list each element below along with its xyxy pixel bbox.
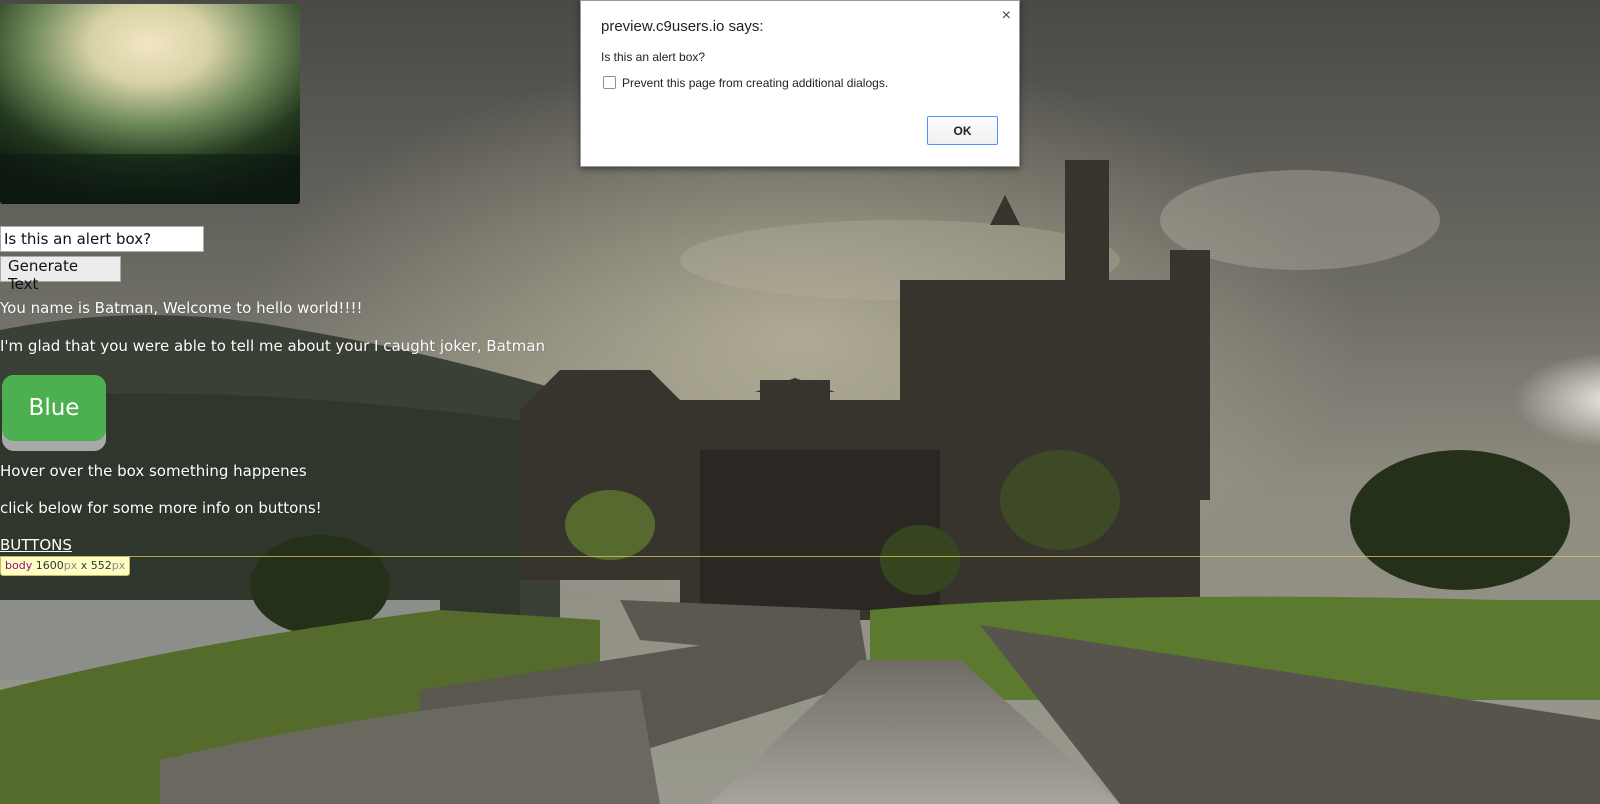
header-image (0, 4, 300, 204)
checkbox-icon[interactable] (603, 76, 616, 89)
tooltip-separator: x (80, 559, 88, 572)
generate-text-button[interactable]: Generate Text (0, 256, 121, 293)
text-input[interactable] (0, 226, 204, 252)
devtools-size-tooltip: body 1600px x 552px (0, 556, 131, 576)
devtools-guide-line (0, 556, 1600, 557)
alert-dialog: preview.c9users.io says: × Is this an al… (580, 0, 1020, 167)
hover-text: Hover over the box something happenes (0, 462, 307, 480)
glad-text: I'm glad that you were able to tell me a… (0, 337, 545, 355)
blue-button[interactable]: Blue (2, 375, 106, 441)
tooltip-tag: body (5, 559, 33, 572)
tooltip-height: 552 (90, 559, 112, 572)
dialog-message: Is this an alert box? (601, 50, 706, 64)
tooltip-height-unit: px (111, 559, 126, 572)
buttons-link[interactable]: BUTTONS (0, 536, 72, 554)
prevent-dialogs-label[interactable]: Prevent this page from creating addition… (622, 76, 888, 90)
close-icon[interactable]: × (1002, 7, 1011, 25)
ok-button[interactable]: OK (927, 116, 998, 145)
welcome-text: You name is Batman, Welcome to hello wor… (0, 299, 363, 317)
info-text: click below for some more info on button… (0, 499, 322, 517)
tooltip-width: 1600 (35, 559, 64, 572)
tooltip-width-unit: px (63, 559, 78, 572)
dialog-title: preview.c9users.io says: (601, 18, 764, 35)
